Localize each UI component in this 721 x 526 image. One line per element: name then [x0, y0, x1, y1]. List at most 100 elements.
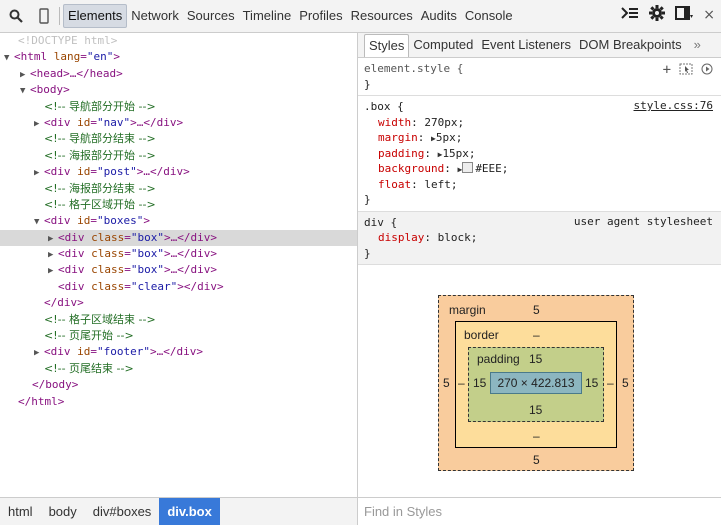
element-style-rule[interactable]: element.style { } +: [358, 58, 721, 96]
tab-audits[interactable]: Audits: [417, 5, 461, 27]
color-format-icon[interactable]: [701, 63, 713, 78]
property-name[interactable]: background: [378, 162, 444, 175]
property-name[interactable]: width: [378, 116, 411, 129]
tab-console[interactable]: Console: [461, 5, 517, 27]
box-model-diagram: margin 5 5 5 5 border – – – – padding 15…: [438, 295, 634, 471]
gear-icon[interactable]: [649, 5, 666, 24]
more-tabs-icon[interactable]: »: [690, 34, 705, 56]
dom-node-body-close[interactable]: </body>: [0, 377, 357, 393]
css-property-1[interactable]: margin: ▶5px;: [364, 130, 715, 146]
box-css-rule[interactable]: .box { style.css:76 width: 270px; margin:…: [358, 96, 721, 212]
tab-computed[interactable]: Computed: [409, 34, 477, 56]
rule-close-brace: }: [364, 246, 371, 260]
box-model-content: 270 × 422.813: [490, 372, 582, 394]
padding-top: 15: [529, 352, 543, 366]
color-swatch[interactable]: [462, 162, 474, 173]
dom-node-div-boxes[interactable]: ▼ <div id="boxes">: [0, 213, 357, 229]
dom-node-head[interactable]: ▶ <head>…</head>: [0, 66, 357, 82]
box-model-border: border – – – – padding 15 15 15 15 270 ×…: [455, 321, 617, 448]
crumb-html[interactable]: html: [0, 498, 41, 525]
expanded-triangle-icon[interactable]: ▼: [20, 83, 30, 99]
dom-node-div-clear[interactable]: <div class="clear"></div>: [0, 279, 357, 295]
css-property-3[interactable]: background: ▶ #EEE;: [364, 161, 715, 177]
dom-node-div-nav[interactable]: ▶ <div id="nav">…</div>: [0, 115, 357, 131]
property-name[interactable]: padding: [378, 147, 424, 160]
device-mode-icon[interactable]: [32, 4, 56, 28]
dom-node-doctype[interactable]: <!DOCTYPE html>: [0, 33, 357, 49]
tab-profiles[interactable]: Profiles: [295, 5, 346, 27]
toolbar-separator: [59, 7, 60, 25]
property-value[interactable]: 5px;: [436, 131, 463, 144]
tab-elements[interactable]: Elements: [63, 4, 128, 28]
dom-node-body[interactable]: ▼ <body>: [0, 82, 357, 98]
dom-node-html-close[interactable]: </html>: [0, 394, 357, 410]
css-property-2[interactable]: padding: ▶15px;: [364, 146, 715, 162]
property-value[interactable]: 15px;: [442, 147, 475, 160]
dom-node-div-post[interactable]: ▶ <div id="post">…</div>: [0, 164, 357, 180]
crumb-body[interactable]: body: [41, 498, 85, 525]
property-value[interactable]: #EEE;: [475, 162, 508, 175]
property-name[interactable]: float: [378, 178, 411, 191]
border-left: –: [458, 376, 465, 390]
border-bottom: –: [533, 429, 540, 443]
dom-node-div-box[interactable]: ▶ <div class="box">…</div>: [0, 246, 357, 262]
dock-side-icon[interactable]: [675, 6, 694, 23]
tab-event-listeners[interactable]: Event Listeners: [477, 34, 575, 56]
tab-sources[interactable]: Sources: [183, 5, 239, 27]
console-drawer-icon[interactable]: [621, 6, 639, 23]
box-model-padding: padding 15 15 15 15 270 × 422.813: [468, 347, 604, 422]
dom-comment[interactable]: <!-- 格子区域结束 -->: [0, 312, 357, 328]
tab-styles[interactable]: Styles: [364, 33, 410, 57]
tab-dom-breakpoints[interactable]: DOM Breakpoints: [575, 34, 686, 56]
close-icon[interactable]: ×: [703, 7, 715, 23]
margin-right: 5: [622, 376, 629, 390]
dom-node-div-close[interactable]: </div>: [0, 295, 357, 311]
ua-css-rule: div { user agent stylesheet display: blo…: [358, 211, 721, 265]
collapsed-triangle-icon[interactable]: ▶: [20, 67, 30, 83]
tab-network[interactable]: Network: [127, 5, 183, 27]
collapsed-triangle-icon[interactable]: ▶: [34, 165, 44, 181]
dom-comment[interactable]: <!-- 海报部分结束 -->: [0, 181, 357, 197]
collapsed-triangle-icon[interactable]: ▶: [48, 231, 58, 247]
property-value[interactable]: left;: [424, 178, 457, 191]
collapsed-triangle-icon[interactable]: ▶: [48, 263, 58, 279]
margin-left: 5: [443, 376, 450, 390]
find-in-styles-input[interactable]: Find in Styles: [358, 497, 721, 525]
dom-comment[interactable]: <!-- 导航部分结束 -->: [0, 131, 357, 147]
search-icon[interactable]: [4, 4, 28, 28]
dom-comment[interactable]: <!-- 页尾开始 -->: [0, 328, 357, 344]
collapsed-triangle-icon[interactable]: ▶: [48, 247, 58, 263]
dom-comment[interactable]: <!-- 导航部分开始 -->: [0, 99, 357, 115]
dom-tree[interactable]: <!DOCTYPE html> ▼ <html lang="en"> ▶ <head…: [0, 33, 357, 497]
padding-right: 15: [585, 376, 599, 390]
tab-resources[interactable]: Resources: [347, 5, 417, 27]
property-name[interactable]: margin: [378, 131, 418, 144]
dom-node-div-footer[interactable]: ▶ <div id="footer">…</div>: [0, 344, 357, 360]
css-property-4[interactable]: float: left;: [364, 177, 715, 193]
collapsed-triangle-icon[interactable]: ▶: [34, 116, 44, 132]
border-label: border: [464, 328, 499, 342]
new-rule-icon[interactable]: +: [663, 62, 671, 78]
expanded-triangle-icon[interactable]: ▼: [34, 214, 44, 230]
dom-node-div-box[interactable]: ▶ <div class="box">…</div>: [0, 262, 357, 278]
property-value[interactable]: 270px;: [424, 116, 464, 129]
dom-comment[interactable]: <!-- 格子区域开始 -->: [0, 197, 357, 213]
source-link[interactable]: style.css:76: [634, 99, 713, 112]
dom-node-div-box-selected[interactable]: ▶ <div class="box">…</div>: [0, 229, 357, 247]
dom-node-html[interactable]: ▼ <html lang="en">: [0, 49, 357, 65]
style-actions: +: [663, 62, 713, 78]
collapsed-triangle-icon[interactable]: ▶: [34, 345, 44, 361]
crumb-div-boxes[interactable]: div#boxes: [85, 498, 160, 525]
toggle-state-icon[interactable]: [679, 63, 693, 78]
crumb-div-box[interactable]: div.box: [159, 498, 220, 525]
dom-comment[interactable]: <!-- 页尾结束 -->: [0, 361, 357, 377]
expanded-triangle-icon[interactable]: ▼: [4, 50, 14, 66]
dom-comment[interactable]: <!-- 海报部分开始 -->: [0, 148, 357, 164]
ua-source-label: user agent stylesheet: [573, 214, 713, 228]
box-rule-properties: width: 270px; margin: ▶5px; padding: ▶15px…: [364, 115, 715, 193]
margin-label: margin: [449, 303, 486, 317]
css-property-0[interactable]: width: 270px;: [364, 115, 715, 131]
breadcrumb: html body div#boxes div.box: [0, 497, 357, 525]
tab-timeline[interactable]: Timeline: [239, 5, 296, 27]
padding-label: padding: [477, 352, 520, 366]
